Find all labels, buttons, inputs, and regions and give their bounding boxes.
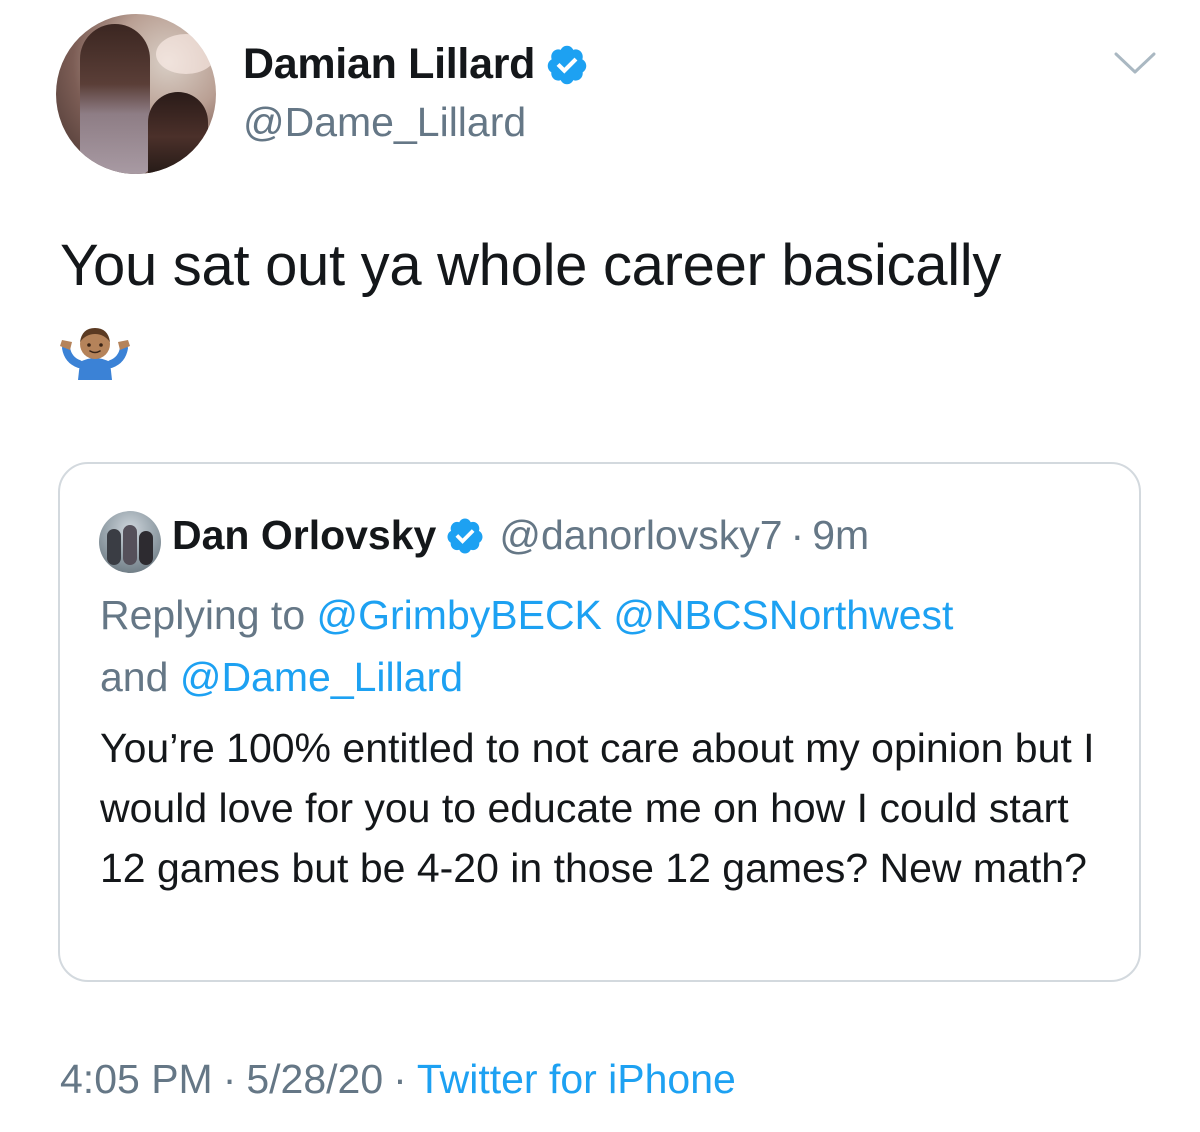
avatar-figure (148, 92, 208, 174)
tweet-time[interactable]: 4:05 PM (60, 1056, 213, 1102)
mention-link[interactable]: @GrimbyBECK (317, 592, 602, 638)
tweet-text: You sat out ya whole career basically (60, 233, 1002, 298)
mention-link[interactable]: @Dame_Lillard (180, 654, 463, 700)
chevron-down-icon[interactable] (1112, 48, 1158, 78)
replying-and: and (100, 654, 169, 700)
quoted-timestamp: 9m (812, 512, 870, 558)
quoted-header: Dan Orlovsky @danorlovsky7 · 9m (172, 512, 869, 559)
avatar-background-light (156, 34, 216, 74)
replying-to-prefix: Replying to (100, 592, 317, 638)
separator-dot: · (790, 512, 805, 558)
avatar-figure (123, 525, 137, 565)
tweet-source-link[interactable]: Twitter for iPhone (417, 1056, 736, 1102)
tweet-detail: Damian Lillard @Dame_Lillard You sat out… (0, 0, 1200, 1132)
quoted-tweet[interactable]: Dan Orlovsky @danorlovsky7 · 9m Replying… (58, 462, 1141, 982)
avatar-figure (80, 24, 150, 174)
separator-dot: · (393, 1056, 407, 1102)
mention-link[interactable]: @NBCSNorthwest (613, 592, 953, 638)
author-display-name[interactable]: Damian Lillard (243, 40, 535, 89)
replying-to-line: Replying to @GrimbyBECK @NBCSNorthwest an… (100, 584, 1100, 708)
author-handle[interactable]: @Dame_Lillard (243, 99, 526, 146)
tweet-date[interactable]: 5/28/20 (246, 1056, 383, 1102)
author-avatar[interactable] (56, 14, 216, 174)
quoted-display-name: Dan Orlovsky (172, 512, 437, 558)
quoted-tweet-text: You’re 100% entitled to not care about m… (100, 725, 1095, 891)
author-name-row[interactable]: Damian Lillard (243, 40, 589, 89)
verified-badge-icon (447, 518, 483, 553)
verified-badge-icon (547, 45, 587, 84)
avatar-figure (139, 531, 153, 565)
avatar-figure (107, 529, 121, 565)
person-shrugging-emoji (60, 328, 130, 380)
tweet-meta: 4:05 PM · 5/28/20 · Twitter for iPhone (60, 1056, 736, 1103)
separator-dot: · (222, 1056, 237, 1102)
quoted-handle: @danorlovsky7 (499, 512, 783, 558)
quoted-author-avatar (99, 511, 161, 573)
